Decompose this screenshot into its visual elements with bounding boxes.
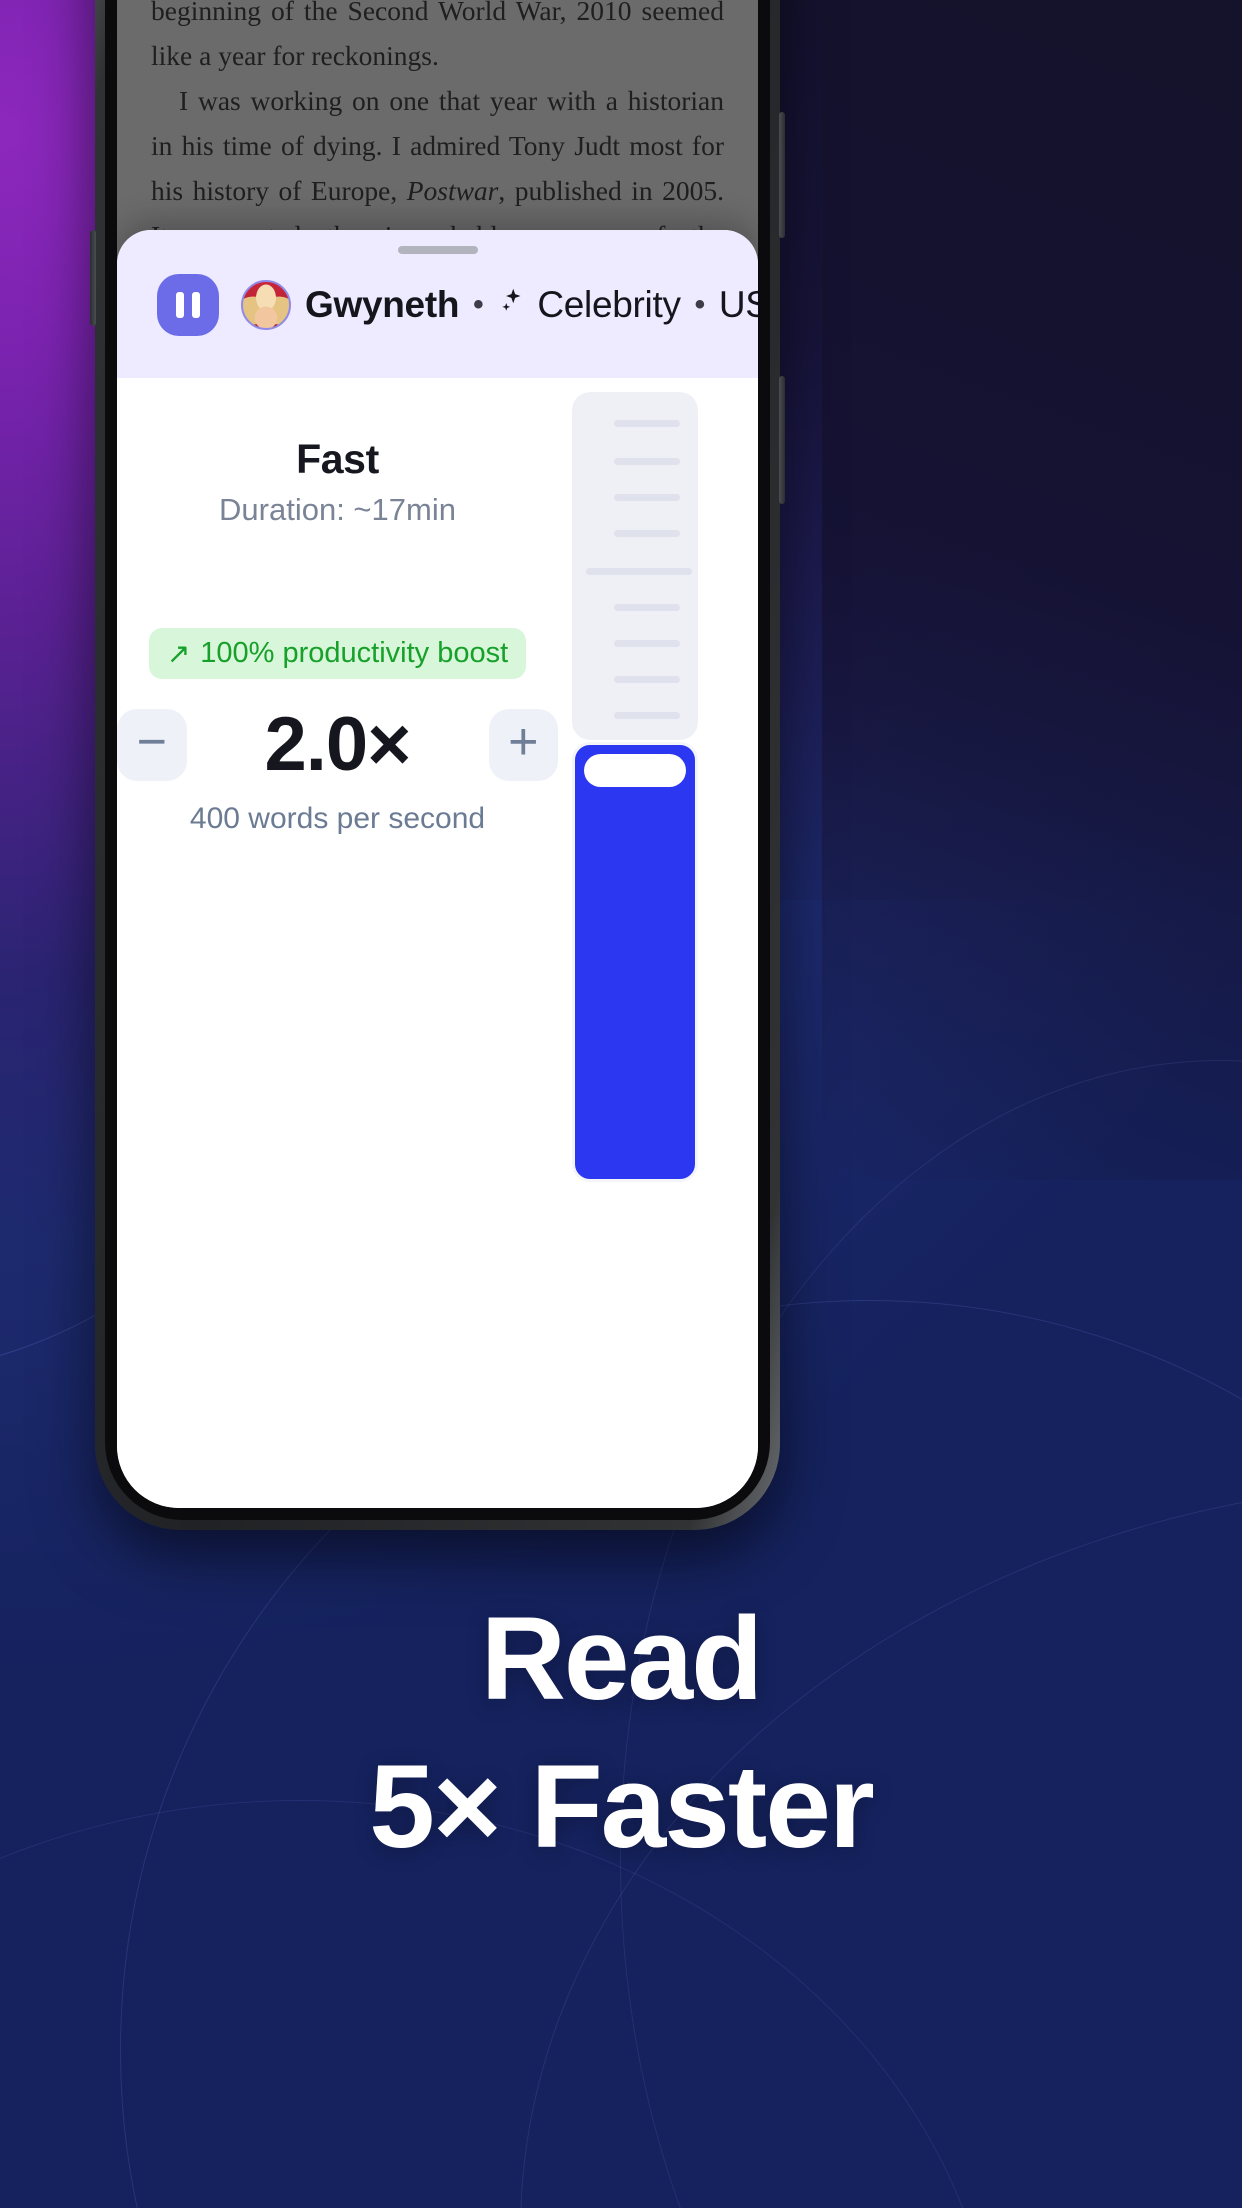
now-playing-bar: Gwyneth • Celebrity • US	[117, 274, 758, 336]
ebook-dim-overlay	[117, 0, 758, 262]
slider-thumb[interactable]	[584, 754, 686, 787]
skeleton-line	[614, 604, 680, 611]
skeleton-line	[614, 712, 680, 719]
productivity-boost-text: 100% productivity boost	[200, 637, 509, 669]
speed-settings-sheet: Gwyneth • Celebrity • US Fast Duration: …	[117, 230, 758, 1508]
pause-bar-left	[176, 292, 184, 318]
headline-line-2: 5× Faster	[369, 1741, 875, 1873]
skeleton-line	[614, 420, 680, 427]
avatar[interactable]	[241, 280, 291, 330]
speed-value: 2.0×	[264, 702, 411, 787]
sheet-body: Fast Duration: ~17min ↗ 100% productivit…	[117, 378, 758, 1508]
words-per-second: 400 words per second	[189, 802, 486, 835]
slider-fill[interactable]	[572, 742, 698, 1182]
decrease-speed-button[interactable]: −	[117, 708, 187, 781]
pause-icon[interactable]	[157, 274, 219, 336]
productivity-boost-badge: ↗ 100% productivity boost	[148, 628, 527, 679]
speed-control-panel: Fast Duration: ~17min ↗ 100% productivit…	[117, 378, 558, 836]
sparkle-icon	[497, 286, 527, 324]
skeleton-line	[614, 494, 680, 501]
pause-bar-right	[192, 292, 200, 318]
skeleton-line	[614, 676, 680, 683]
sheet-header: Gwyneth • Celebrity • US	[117, 230, 758, 378]
marketing-headline: Read 5× Faster	[0, 1600, 1242, 1866]
estimated-duration: Duration: ~17min	[219, 492, 456, 527]
voice-category: Celebrity	[537, 284, 681, 325]
skeleton-line	[614, 530, 680, 537]
headline-line-1: Read	[480, 1593, 764, 1725]
background-dark-overlay-right	[822, 0, 1242, 1180]
speed-preset-label: Fast	[296, 436, 379, 482]
slider-track-segment	[572, 392, 698, 740]
phone-silent-switch[interactable]	[90, 230, 96, 326]
skeleton-line	[614, 640, 680, 647]
voice-region: US	[718, 284, 758, 325]
voice-name: Gwyneth	[305, 284, 460, 325]
meta-separator: •	[473, 288, 484, 321]
skeleton-line	[586, 568, 692, 575]
phone-screen: enlargement of the European Union to the…	[117, 0, 758, 1508]
increase-speed-button[interactable]: +	[488, 708, 558, 781]
phone-volume-button[interactable]	[779, 376, 785, 504]
speed-slider[interactable]	[572, 392, 698, 1182]
ebook-page: enlargement of the European Union to the…	[117, 0, 758, 341]
meta-separator: •	[694, 288, 706, 321]
skeleton-line	[614, 458, 680, 465]
plus-icon: +	[508, 712, 539, 771]
minus-icon: −	[136, 712, 167, 771]
phone-mockup: enlargement of the European Union to the…	[90, 0, 785, 1530]
trend-up-icon: ↗	[166, 637, 191, 669]
phone-power-button[interactable]	[779, 112, 785, 238]
speed-stepper: − 2.0× +	[117, 701, 558, 788]
voice-meta: Gwyneth • Celebrity • US	[305, 284, 758, 326]
sheet-drag-handle[interactable]	[397, 246, 478, 254]
